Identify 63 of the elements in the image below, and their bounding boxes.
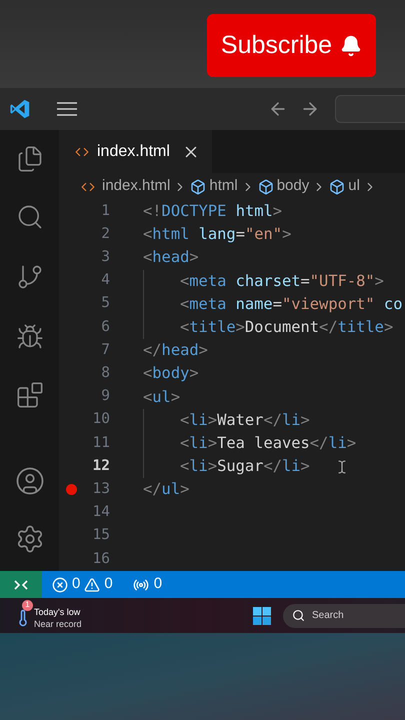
element-icon	[190, 178, 206, 194]
line-number: 11	[92, 434, 110, 453]
search-icon	[292, 609, 305, 622]
code-line: <html lang="en">	[143, 224, 292, 246]
bell-icon	[340, 34, 362, 56]
editor-tab[interactable]: index.html	[59, 130, 212, 173]
source-control-icon[interactable]	[16, 263, 44, 291]
ports-button[interactable]: 0	[132, 573, 162, 596]
remote-icon	[13, 578, 29, 592]
remote-button[interactable]	[0, 571, 42, 598]
breadcrumb-item[interactable]: index.html	[102, 175, 170, 198]
line-number: 16	[92, 550, 110, 569]
error-icon	[52, 576, 68, 592]
code-line: <title>Document</title>	[180, 316, 394, 338]
weather-widget[interactable]: 1 Today's low Near record	[14, 600, 82, 632]
notification-badge: 1	[22, 600, 33, 610]
line-number: 8	[100, 364, 110, 384]
warning-icon	[84, 576, 100, 592]
code-line: <!DOCTYPE html>	[143, 201, 282, 222]
weather-subtitle: Near record	[34, 618, 82, 630]
line-number: 10	[92, 410, 110, 430]
line-number: 5	[100, 294, 110, 314]
search-icon[interactable]	[16, 203, 44, 231]
taskbar-search-field[interactable]: Search	[283, 604, 405, 628]
problems-button[interactable]: 0 0	[52, 573, 113, 596]
line-number: 15	[92, 526, 110, 546]
code-line: <head>	[143, 247, 199, 268]
account-icon[interactable]	[14, 466, 44, 496]
code-line: <meta name="viewport" co	[180, 294, 402, 315]
line-number: 12	[92, 456, 110, 476]
code-line: <li>Tea leaves</li>	[180, 432, 356, 454]
line-number: 1	[100, 202, 110, 221]
line-number: 7	[100, 340, 110, 360]
line-number: 13	[92, 480, 110, 499]
html-file-icon	[75, 145, 89, 159]
windows-logo-icon[interactable]	[253, 606, 271, 624]
code-line: </head>	[143, 340, 208, 362]
weather-title: Today's low	[34, 606, 82, 618]
subscribe-button[interactable]: Subscribe	[207, 14, 376, 77]
run-debug-icon[interactable]	[16, 323, 44, 351]
code-line: <body>	[143, 363, 199, 384]
command-center-field[interactable]	[335, 94, 405, 122]
line-number: 2	[100, 224, 110, 244]
menu-icon[interactable]	[56, 100, 78, 116]
editor-logo-icon[interactable]	[9, 98, 31, 120]
code-line: <ul>	[143, 386, 180, 408]
breadcrumb-item[interactable]: body	[276, 175, 310, 198]
broadcast-icon	[132, 576, 149, 592]
code-line: <li>Water</li>	[180, 410, 310, 431]
code-line: <li>Sugar</li>	[180, 456, 310, 478]
code-line: </ul>	[143, 479, 190, 500]
line-number: 14	[92, 503, 110, 522]
line-number: 9	[100, 387, 110, 406]
breadcrumb-item[interactable]: html	[209, 175, 238, 198]
files-icon[interactable]	[16, 145, 44, 173]
element-icon	[329, 178, 346, 194]
code-line: <meta charset="UTF-8">	[180, 270, 384, 292]
breadcrumb-item[interactable]: ul	[348, 175, 360, 198]
line-number: 3	[100, 248, 110, 268]
extensions-icon[interactable]	[16, 381, 44, 409]
element-icon	[258, 178, 274, 194]
line-number: 4	[100, 271, 110, 290]
line-number: 6	[100, 318, 110, 337]
